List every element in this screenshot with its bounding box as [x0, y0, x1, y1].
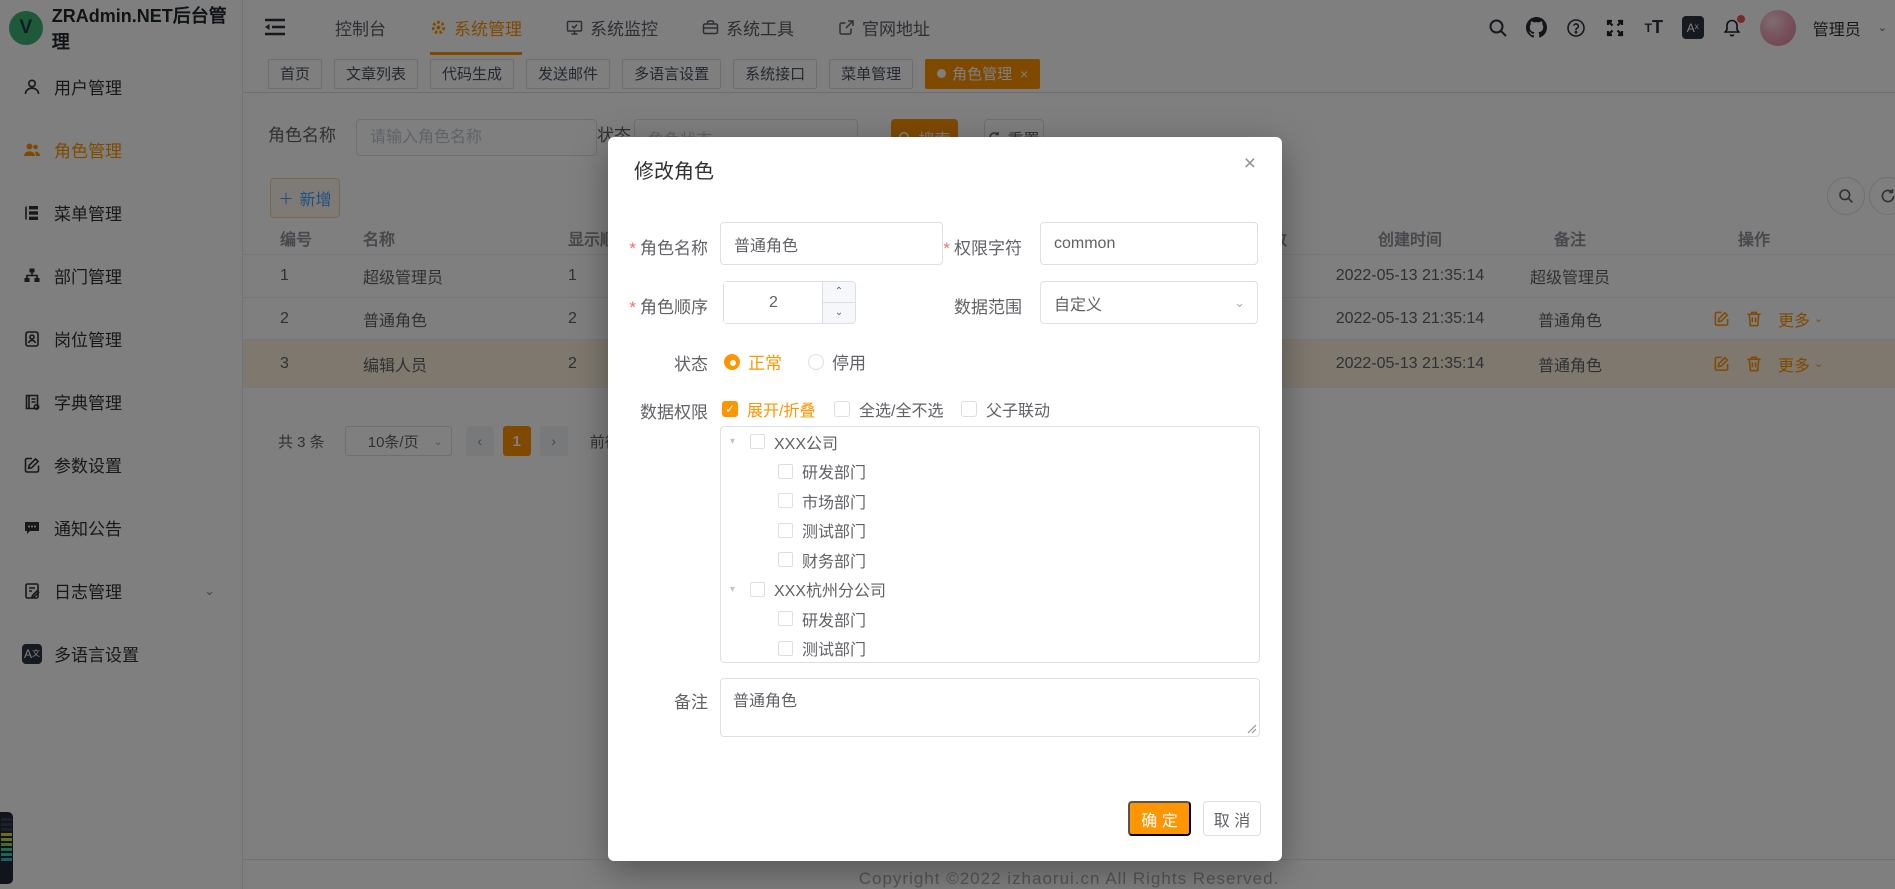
checkbox-label: 父子联动 [986, 397, 1050, 421]
remark-textarea[interactable]: 普通角色 [720, 678, 1260, 737]
role-order-label: 角色顺序 [629, 293, 708, 318]
remark-label: 备注 [674, 688, 708, 713]
perm-char-label: 权限字符 [943, 234, 1022, 259]
radio-icon [724, 354, 740, 370]
increase-button[interactable]: ⌃ [823, 282, 855, 303]
checkbox-label: 全选/全不选 [859, 397, 943, 421]
status-label: 状态 [674, 350, 708, 375]
status-radio-disabled[interactable]: 停用 [808, 349, 866, 374]
data-permission-label: 数据权限 [640, 398, 708, 423]
tree-expand-caret-icon[interactable]: ▾ [730, 436, 742, 447]
radio-label: 停用 [832, 349, 866, 374]
data-scope-select[interactable]: 自定义 ⌄ [1040, 281, 1258, 324]
role-name-input[interactable] [720, 222, 943, 265]
tree-node-root[interactable]: ▾ XXX杭州分公司 [721, 575, 1259, 605]
decrease-button[interactable]: ⌄ [823, 303, 855, 324]
close-dialog-icon[interactable]: × [1244, 153, 1256, 174]
tree-node-label: 测试部门 [802, 518, 866, 542]
status-radio-normal[interactable]: 正常 [724, 349, 782, 374]
checkbox-icon[interactable] [778, 552, 793, 567]
checkbox-icon[interactable] [778, 464, 793, 479]
checkbox-icon: ✓ [722, 401, 738, 417]
data-scope-label: 数据范围 [954, 293, 1022, 318]
tree-node-child[interactable]: 测试部门 [721, 516, 1259, 546]
role-order-input[interactable] [724, 282, 823, 323]
checkbox-icon[interactable] [750, 434, 765, 449]
department-tree: ▾ XXX公司 研发部门 市场部门 测试部门 财务部门 ▾ [720, 426, 1260, 663]
tree-node-child[interactable]: 市场部门 [721, 486, 1259, 516]
checkbox-icon[interactable] [750, 582, 765, 597]
tree-node-label: 财务部门 [802, 548, 866, 572]
checkbox-icon[interactable] [778, 611, 793, 626]
tree-node-child[interactable]: 研发部门 [721, 457, 1259, 487]
perm-char-input[interactable] [1040, 222, 1258, 265]
tree-node-label: 测试部门 [802, 636, 866, 660]
tree-expand-caret-icon[interactable]: ▾ [730, 584, 742, 595]
expand-collapse-checkbox[interactable]: ✓ 展开/折叠 [722, 397, 815, 421]
radio-icon [808, 354, 824, 370]
edit-role-dialog: 修改角色 × 角色名称 权限字符 角色顺序 ⌃ ⌄ 数据范围 自定义 ⌄ 状态 … [608, 137, 1282, 861]
cancel-button[interactable]: 取 消 [1203, 801, 1261, 836]
tree-node-child[interactable]: 测试部门 [721, 634, 1259, 664]
checkbox-label: 展开/折叠 [747, 397, 815, 421]
checkbox-icon[interactable] [778, 523, 793, 538]
chevron-down-icon: ⌄ [1234, 295, 1245, 311]
checkbox-icon[interactable] [778, 493, 793, 508]
checkbox-icon [834, 401, 850, 417]
checkbox-icon[interactable] [778, 641, 793, 656]
checkbox-icon [961, 401, 977, 417]
tree-node-label: XXX公司 [774, 430, 838, 454]
radio-label: 正常 [748, 349, 782, 374]
tree-node-label: 研发部门 [802, 607, 866, 631]
dialog-title: 修改角色 [634, 155, 714, 184]
select-all-checkbox[interactable]: 全选/全不选 [834, 397, 943, 421]
tree-node-root[interactable]: ▾ XXX公司 [721, 427, 1259, 457]
app-root: V ZRAdmin.NET后台管理 用户管理 角色管理 菜单管理 部门管理 [0, 0, 1895, 889]
data-scope-value: 自定义 [1054, 291, 1102, 315]
tree-node-label: 市场部门 [802, 489, 866, 513]
confirm-button[interactable]: 确 定 [1128, 801, 1191, 836]
parent-child-link-checkbox[interactable]: 父子联动 [961, 397, 1050, 421]
role-name-label: 角色名称 [629, 234, 708, 259]
tree-node-label: 研发部门 [802, 459, 866, 483]
role-order-stepper: ⌃ ⌄ [723, 281, 856, 324]
tree-node-child[interactable]: 财务部门 [721, 545, 1259, 575]
tree-node-label: XXX杭州分公司 [774, 577, 886, 601]
tree-node-child[interactable]: 研发部门 [721, 604, 1259, 634]
